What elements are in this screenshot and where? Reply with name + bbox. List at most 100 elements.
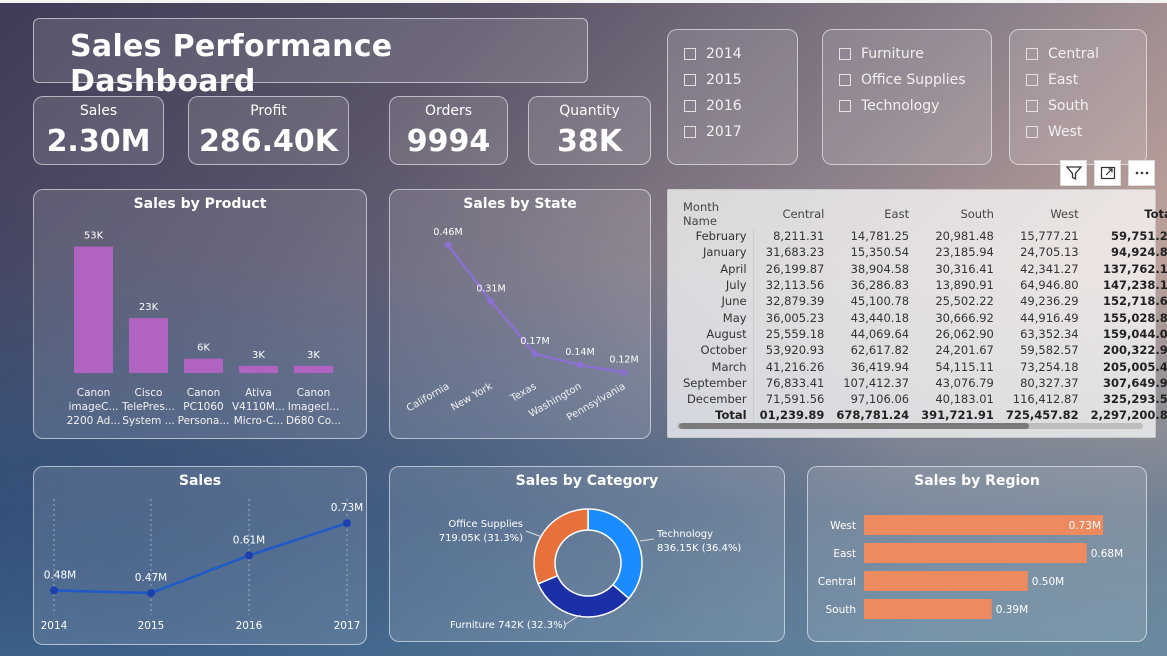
column-header[interactable]: South bbox=[915, 200, 1000, 228]
more-options-icon[interactable] bbox=[1128, 160, 1155, 186]
tick-label: 2015 bbox=[138, 620, 165, 632]
kpi-value: 9994 bbox=[406, 124, 491, 159]
bar bbox=[864, 515, 1104, 535]
tick-label: Persona... bbox=[178, 415, 230, 427]
table-cell: 13,890.91 bbox=[935, 278, 994, 293]
kpi-label: Profit bbox=[250, 103, 287, 119]
table-cell: 307,649.95 bbox=[1102, 375, 1167, 390]
horizontal-scrollbar[interactable] bbox=[677, 423, 1143, 429]
column-header[interactable]: Total bbox=[1085, 200, 1167, 228]
table-cell: 44,916.49 bbox=[1020, 310, 1079, 325]
bar bbox=[294, 365, 333, 373]
table-row: October 53,920.93 62,617.82 24,201.67 59,582… bbox=[677, 342, 1167, 359]
table-cell: 45,100.78 bbox=[850, 294, 910, 309]
checkbox[interactable] bbox=[684, 74, 696, 86]
slicer-item-technology[interactable]: Technology bbox=[839, 98, 939, 114]
data-label: 0.48M bbox=[44, 569, 76, 581]
table-cell: 59,582.57 bbox=[1020, 343, 1079, 358]
tick-label: 2016 bbox=[236, 620, 263, 632]
slicer-item-central[interactable]: Central bbox=[1026, 46, 1099, 62]
slicer-item-furniture[interactable]: Furniture bbox=[839, 46, 924, 62]
tick-label: D680 Co... bbox=[286, 415, 341, 427]
slicer-item-south[interactable]: South bbox=[1026, 98, 1089, 114]
tick-label: 2200 Ad... bbox=[67, 415, 121, 427]
leader-line bbox=[525, 530, 543, 538]
table-cell: 24,201.67 bbox=[935, 343, 994, 358]
kpi-card-sales: Sales 2.30M bbox=[33, 96, 164, 165]
table-cell: 147,238.10 bbox=[1102, 278, 1167, 293]
table-cell: February bbox=[677, 228, 754, 245]
slicer-item-west[interactable]: West bbox=[1026, 124, 1082, 140]
kpi-label: Sales bbox=[79, 103, 118, 119]
checkbox[interactable] bbox=[839, 74, 851, 86]
data-label: 3K bbox=[252, 350, 265, 361]
column-header[interactable]: Month Name bbox=[677, 200, 753, 228]
table-cell: 678,781.24 bbox=[836, 408, 910, 423]
slicer-item-2017[interactable]: 2017 bbox=[684, 124, 742, 140]
checkbox[interactable] bbox=[684, 126, 696, 138]
checkbox[interactable] bbox=[1026, 100, 1038, 112]
slicer-item-2015[interactable]: 2015 bbox=[684, 72, 742, 88]
table-cell: 44,069.64 bbox=[850, 326, 910, 341]
checkbox[interactable] bbox=[839, 100, 851, 112]
table-cell: 200,322.98 bbox=[1102, 343, 1167, 358]
tick-label: New York bbox=[449, 381, 494, 414]
table-cell: May bbox=[677, 309, 754, 326]
table-cell: August bbox=[677, 325, 754, 343]
column-header[interactable]: Central bbox=[753, 200, 830, 228]
checkbox[interactable] bbox=[839, 48, 851, 60]
checkbox[interactable] bbox=[684, 48, 696, 60]
focus-mode-icon[interactable] bbox=[1094, 160, 1121, 186]
table-cell: 725,457.82 bbox=[1005, 408, 1079, 423]
sales-by-product-card: Sales by Product 53K Canon imageC... 2200 A… bbox=[33, 189, 367, 439]
tick-label: Canon bbox=[187, 387, 221, 399]
data-label: Furniture 742K (32.3%) bbox=[450, 620, 567, 631]
column-header[interactable]: West bbox=[1000, 200, 1085, 228]
data-label: 23K bbox=[139, 302, 159, 313]
data-label: 0.14M bbox=[565, 347, 594, 358]
table-row: December 71,591.56 97,106.06 40,183.01 116,4… bbox=[677, 390, 1167, 408]
category-slicer: Furniture Office Supplies Technology bbox=[822, 29, 992, 165]
kpi-value: 286.40K bbox=[198, 124, 338, 159]
filter-icon[interactable] bbox=[1060, 160, 1087, 186]
table-cell: January bbox=[677, 244, 754, 261]
data-label: 0.39M bbox=[996, 604, 1028, 616]
slicer-item-east[interactable]: East bbox=[1026, 72, 1078, 88]
bar bbox=[864, 599, 992, 619]
kpi-label: Orders bbox=[424, 103, 473, 119]
table-cell: March bbox=[677, 358, 754, 375]
checkbox[interactable] bbox=[684, 100, 696, 112]
table-cell: 38,904.58 bbox=[850, 261, 910, 276]
table-cell: 116,412.87 bbox=[1012, 392, 1079, 407]
table-cell: 391,721.91 bbox=[921, 408, 994, 423]
table-cell: 26,062.90 bbox=[935, 326, 994, 341]
column-header[interactable]: East bbox=[830, 200, 915, 228]
slicer-item-office-supplies[interactable]: Office Supplies bbox=[839, 72, 966, 88]
donut-slice bbox=[533, 508, 589, 585]
data-point bbox=[444, 241, 452, 249]
bar bbox=[184, 358, 223, 373]
sales-by-state-chart: 0.46M California 0.31M New York 0.17M Texas 0.… bbox=[405, 227, 639, 423]
table-cell: 26,199.87 bbox=[765, 261, 825, 276]
tick-label: System ... bbox=[122, 415, 175, 427]
table-cell: 32,879.39 bbox=[765, 294, 825, 309]
checkbox[interactable] bbox=[1026, 48, 1038, 60]
table-cell: 53,920.93 bbox=[765, 343, 825, 358]
tick-label: South bbox=[825, 604, 856, 616]
sales-trend-card: Sales 0.48M 2014 0.47M 2015 0.61M 2016 0.73M 20… bbox=[33, 466, 367, 645]
table-row: May 36,005.23 43,440.18 30,666.92 44,916.49 1… bbox=[677, 309, 1167, 326]
checkbox[interactable] bbox=[1026, 126, 1038, 138]
data-label: 0.68M bbox=[1091, 548, 1123, 560]
slicer-item-2016[interactable]: 2016 bbox=[684, 98, 742, 114]
slicer-item-2014[interactable]: 2014 bbox=[684, 46, 742, 62]
table-cell: October bbox=[677, 342, 754, 359]
tick-label: Canon bbox=[77, 387, 111, 399]
donut-slice bbox=[587, 508, 643, 600]
sales-by-product-chart: 53K Canon imageC... 2200 Ad... 23K Cisco TeleP… bbox=[67, 231, 341, 427]
table-cell: December bbox=[677, 390, 754, 408]
table-cell: 15,777.21 bbox=[1020, 229, 1079, 244]
checkbox[interactable] bbox=[1026, 74, 1038, 86]
scrollbar-thumb[interactable] bbox=[679, 423, 1029, 429]
bar bbox=[74, 246, 113, 373]
bar bbox=[129, 318, 168, 373]
